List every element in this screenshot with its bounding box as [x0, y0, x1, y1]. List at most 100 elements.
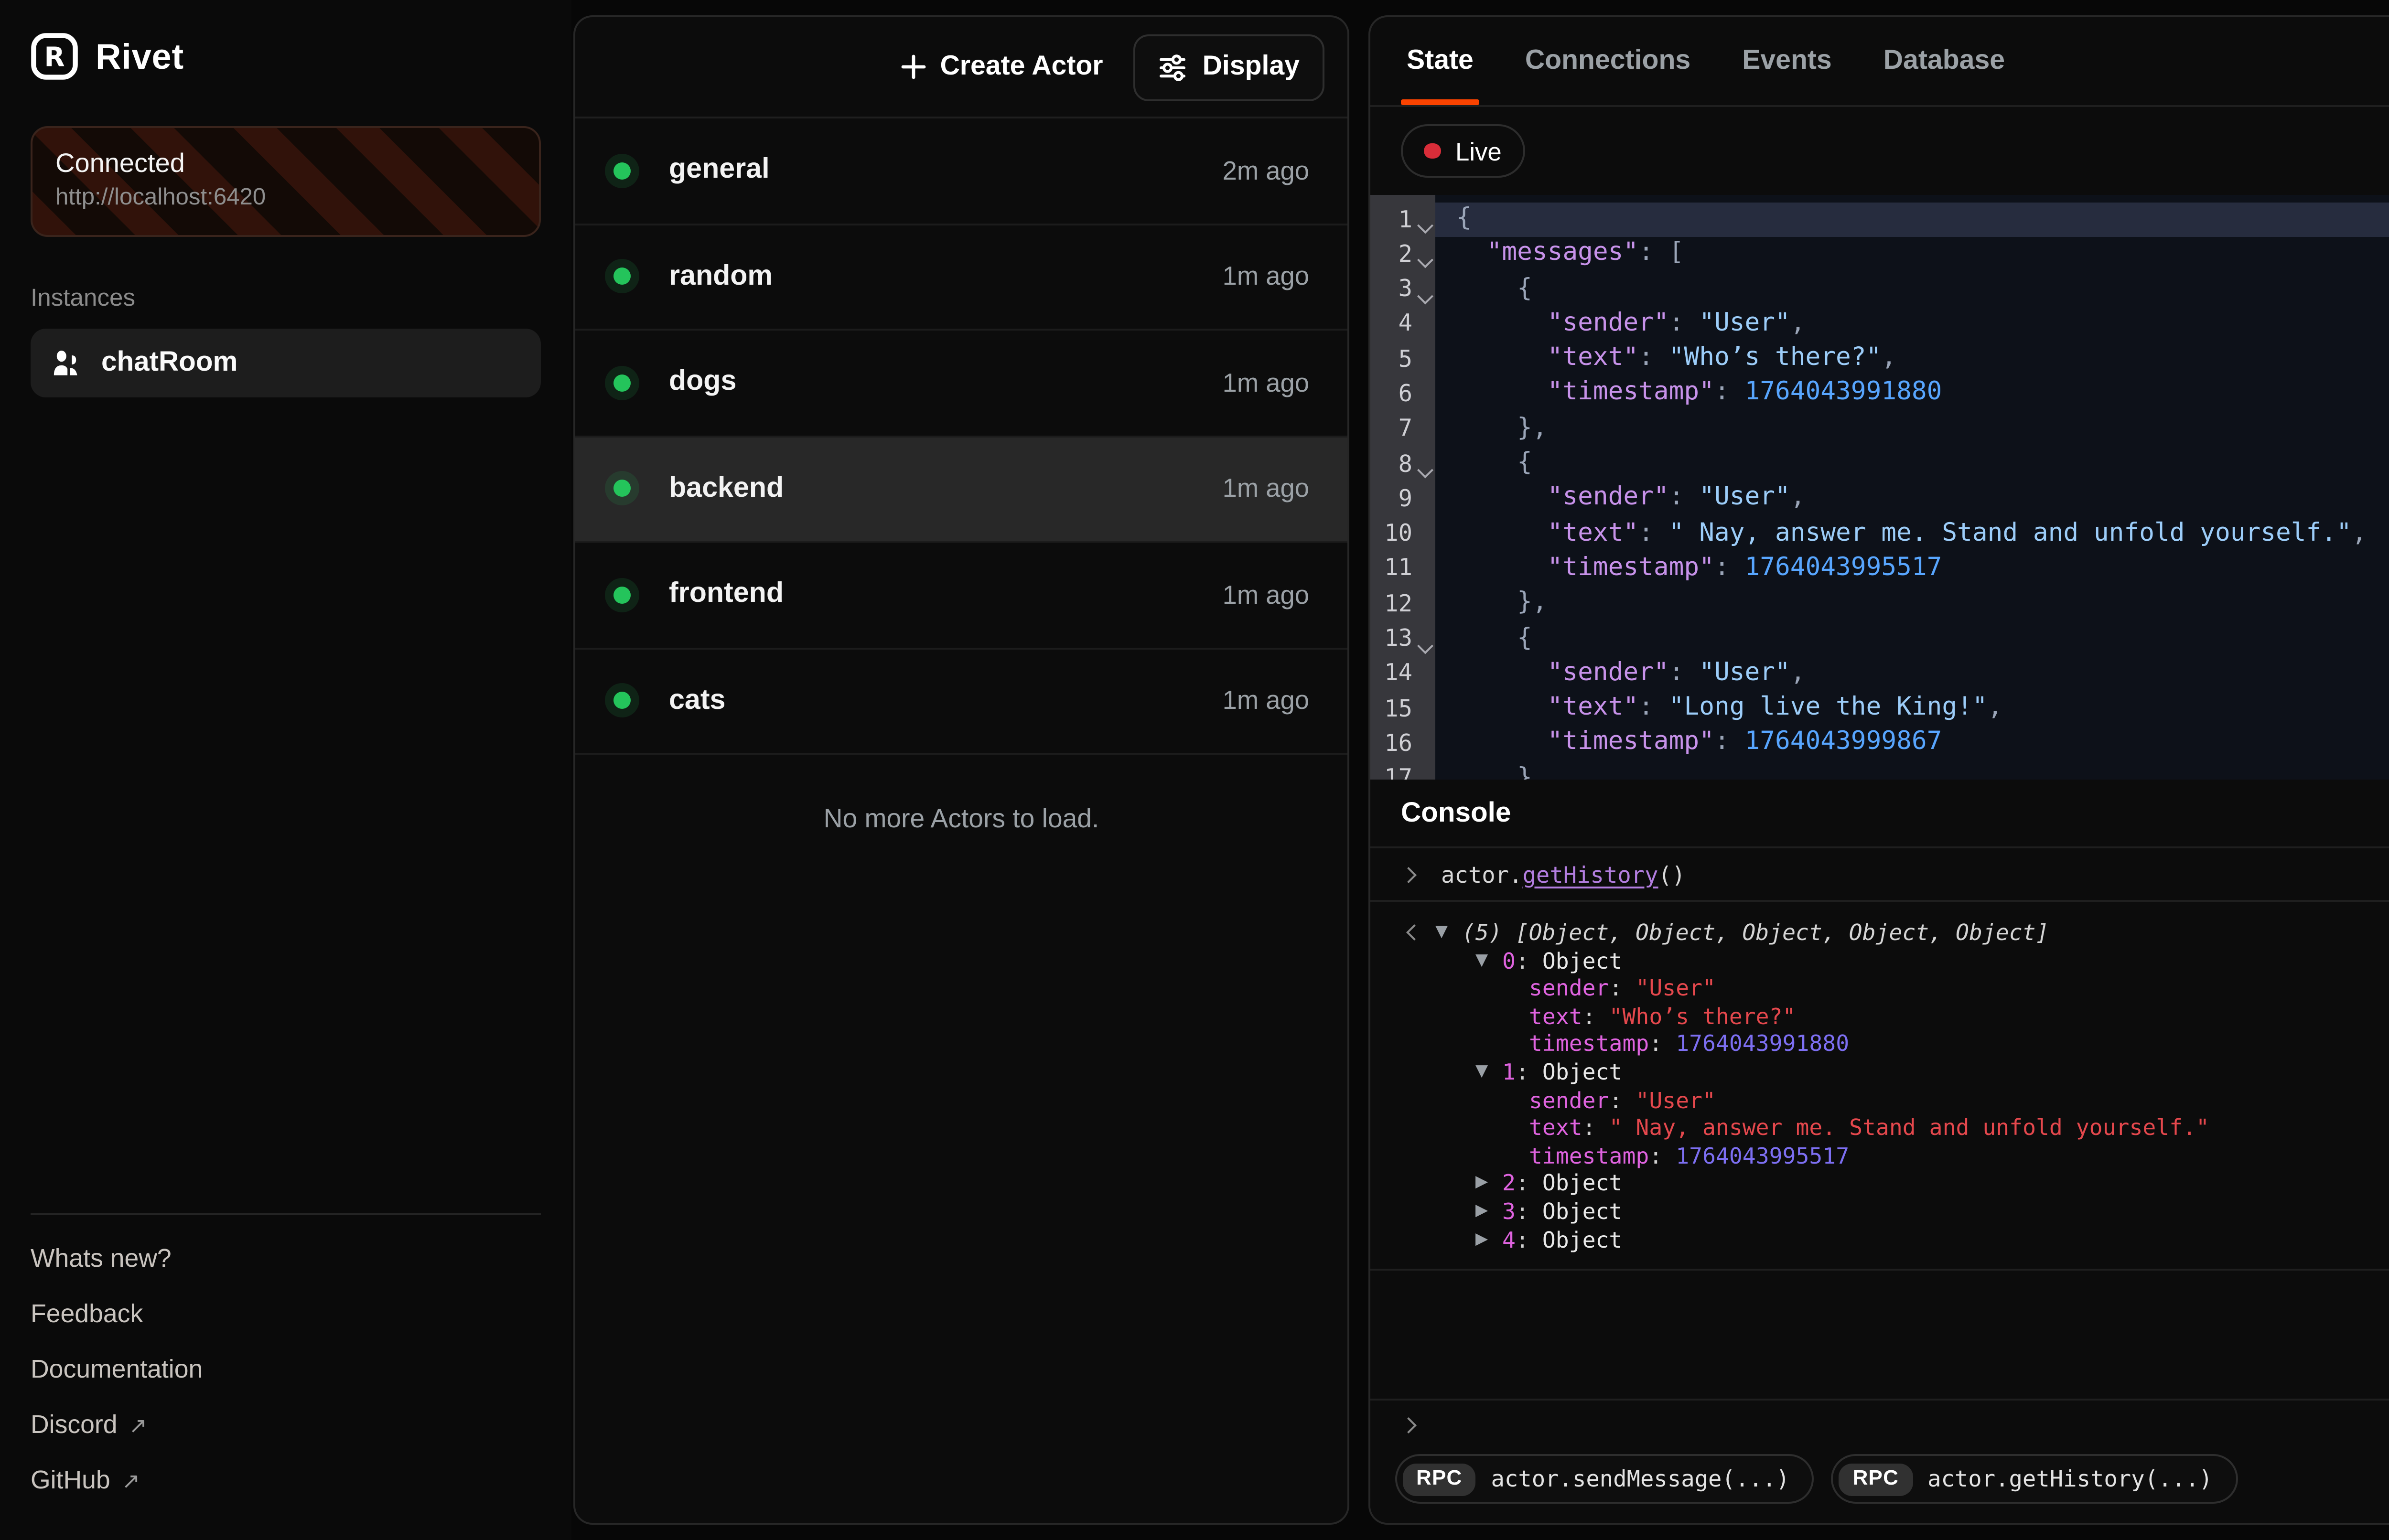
external-link-icon: ↗ [122, 1466, 140, 1493]
actors-panel-header: Create Actor Display [575, 17, 1347, 118]
console-tree-row[interactable]: sender: "User" [1405, 1086, 2389, 1114]
app-root: R Rivet Connected http://localhost:6420 … [0, 0, 2389, 1540]
actor-name: cats [669, 685, 726, 716]
console-tree-row[interactable]: ▶ 3: Object [1405, 1198, 2389, 1226]
console-prompt[interactable] [1370, 1399, 2389, 1446]
triangle-icon[interactable]: ▶ [1475, 1198, 1502, 1226]
actor-row[interactable]: cats 1m ago [575, 649, 1347, 755]
state-json-editor[interactable]: 1 2 3 4 5 6 [1370, 195, 2389, 780]
line-number: 11 [1384, 555, 1412, 582]
code-line: { [1435, 622, 2389, 657]
gutter-line: 10 [1370, 517, 1435, 552]
code-line: "text": "Who’s there?", [1435, 342, 2389, 377]
inspector-panel: State Connections Events Database Runnin… [1368, 15, 2389, 1525]
console-tree-row[interactable]: timestamp: 1764043995517 [1405, 1142, 2389, 1170]
code-line: "timestamp": 1764043999867 [1435, 727, 2389, 762]
console-tree-row[interactable]: ▼ 0: Object [1405, 947, 2389, 974]
connection-status-card: Connected http://localhost:6420 [31, 126, 541, 237]
console-tree-row[interactable]: sender: "User" [1405, 975, 2389, 1003]
console-header: Console [1370, 780, 2389, 848]
create-actor-button[interactable]: Create Actor [884, 33, 1118, 100]
console-tree-row[interactable]: ▼ 1: Object [1405, 1059, 2389, 1086]
fold-chevron-icon[interactable] [1419, 289, 1430, 300]
gutter-line: 6 [1370, 377, 1435, 412]
console-tree-row[interactable]: text: "Who’s there?" [1405, 1003, 2389, 1030]
actor-row[interactable]: frontend 1m ago [575, 543, 1347, 649]
no-more-actors-note: No more Actors to load. [575, 804, 1347, 833]
live-label: Live [1455, 137, 1502, 165]
triangle-icon[interactable]: ▼ [1475, 947, 1502, 974]
line-number: 16 [1384, 730, 1412, 757]
sidebar-item-instance[interactable]: chatRoom [31, 329, 541, 397]
fold-chevron-icon[interactable] [1419, 255, 1430, 265]
code-line: { [1435, 272, 2389, 307]
inspector-tab[interactable]: Connections [1525, 17, 1690, 105]
actor-row[interactable]: dogs 1m ago [575, 331, 1347, 437]
editor-code: { "messages": [ { "sender": "User", "tex… [1435, 195, 2389, 780]
actor-name: general [669, 155, 770, 186]
display-button[interactable]: Display [1134, 33, 1324, 100]
console-result-summary[interactable]: ▼ (5) [Object, Object, Object, Object, O… [1405, 919, 2389, 947]
rpc-badge: RPC [1840, 1463, 1913, 1495]
console-tree-row[interactable]: text: " Nay, answer me. Stand and unfold… [1405, 1114, 2389, 1142]
triangle-icon[interactable]: ▶ [1475, 1170, 1502, 1198]
actor-row[interactable]: general 2m ago [575, 118, 1347, 225]
line-number: 3 [1399, 275, 1412, 302]
inspector-tab[interactable]: State [1407, 17, 1474, 105]
code-line: } [1435, 762, 2389, 780]
sidebar-footer-link[interactable]: Documentation [31, 1355, 541, 1383]
fold-chevron-icon[interactable] [1419, 639, 1430, 650]
console-tree-row[interactable]: ▶ 2: Object [1405, 1170, 2389, 1198]
sidebar-footer-link[interactable]: GitHub ↗ [31, 1465, 541, 1494]
line-number: 4 [1399, 310, 1412, 337]
tab-label: State [1407, 46, 1474, 76]
gutter-line: 7 [1370, 412, 1435, 447]
actor-row[interactable]: random 1m ago [575, 225, 1347, 331]
actor-name: backend [669, 473, 784, 504]
triangle-icon[interactable]: ▶ [1475, 1226, 1502, 1253]
gutter-line: 12 [1370, 587, 1435, 622]
console-tree-row[interactable]: timestamp: 1764043991880 [1405, 1031, 2389, 1059]
fold-chevron-icon[interactable] [1419, 220, 1430, 230]
sidebar-footer-link[interactable]: Discord ↗ [31, 1410, 541, 1439]
rpc-shortcut-button[interactable]: RPC actor.sendMessage(...) [1395, 1454, 1815, 1504]
rpc-shortcut-button[interactable]: RPC actor.getHistory(...) [1832, 1454, 2238, 1504]
code-line: "messages": [ [1435, 237, 2389, 272]
triangle-icon[interactable]: ▼ [1475, 1059, 1502, 1086]
console-tree-row[interactable]: ▶ 4: Object [1405, 1226, 2389, 1253]
tree-row-text: 2: Object [1502, 1170, 1622, 1198]
rpc-badge: RPC [1403, 1463, 1476, 1495]
sidebar-footer-link[interactable]: Whats new? [31, 1244, 541, 1273]
console-empty-area [1370, 1271, 2389, 1399]
connection-status: Connected [55, 147, 516, 178]
triangle-expanded-icon[interactable]: ▼ [1435, 919, 1462, 947]
tree-row-text: sender: "User" [1529, 975, 1716, 1003]
code-line: { [1435, 447, 2389, 482]
console-output: ▼ (5) [Object, Object, Object, Object, O… [1370, 902, 2389, 1271]
live-toggle[interactable]: Live [1401, 124, 1525, 178]
fold-chevron-icon[interactable] [1419, 464, 1430, 475]
actor-row[interactable]: backend 1m ago [575, 437, 1347, 543]
code-line: "timestamp": 1764043995517 [1435, 552, 2389, 587]
inspector-tab[interactable]: Database [1883, 17, 2005, 105]
instance-label: chatRoom [101, 348, 237, 378]
tab-label: Connections [1525, 46, 1690, 76]
rpc-shortcuts: RPC actor.sendMessage(...) RPC actor.get… [1370, 1446, 2389, 1523]
svg-text:R: R [44, 42, 65, 73]
actor-last-active: 2m ago [1223, 156, 1309, 185]
brand-name: Rivet [96, 35, 184, 77]
instances-section-label: Instances [31, 283, 541, 311]
sidebar-footer-link[interactable]: Feedback [31, 1299, 541, 1328]
actor-last-active: 1m ago [1223, 368, 1309, 397]
chevron-right-icon [1403, 867, 1416, 881]
line-number: 6 [1399, 380, 1412, 407]
line-number: 8 [1399, 450, 1412, 477]
code-line: }, [1435, 587, 2389, 622]
footer-link-label: Feedback [31, 1299, 143, 1328]
gutter-line: 13 [1370, 622, 1435, 657]
tab-label: Database [1883, 46, 2005, 76]
inspector-tab[interactable]: Events [1742, 17, 1832, 105]
echo-expression: actor.getHistory() [1441, 861, 1686, 888]
tree-row-text: text: " Nay, answer me. Stand and unfold… [1529, 1114, 2209, 1142]
actor-status-dot [613, 162, 631, 179]
